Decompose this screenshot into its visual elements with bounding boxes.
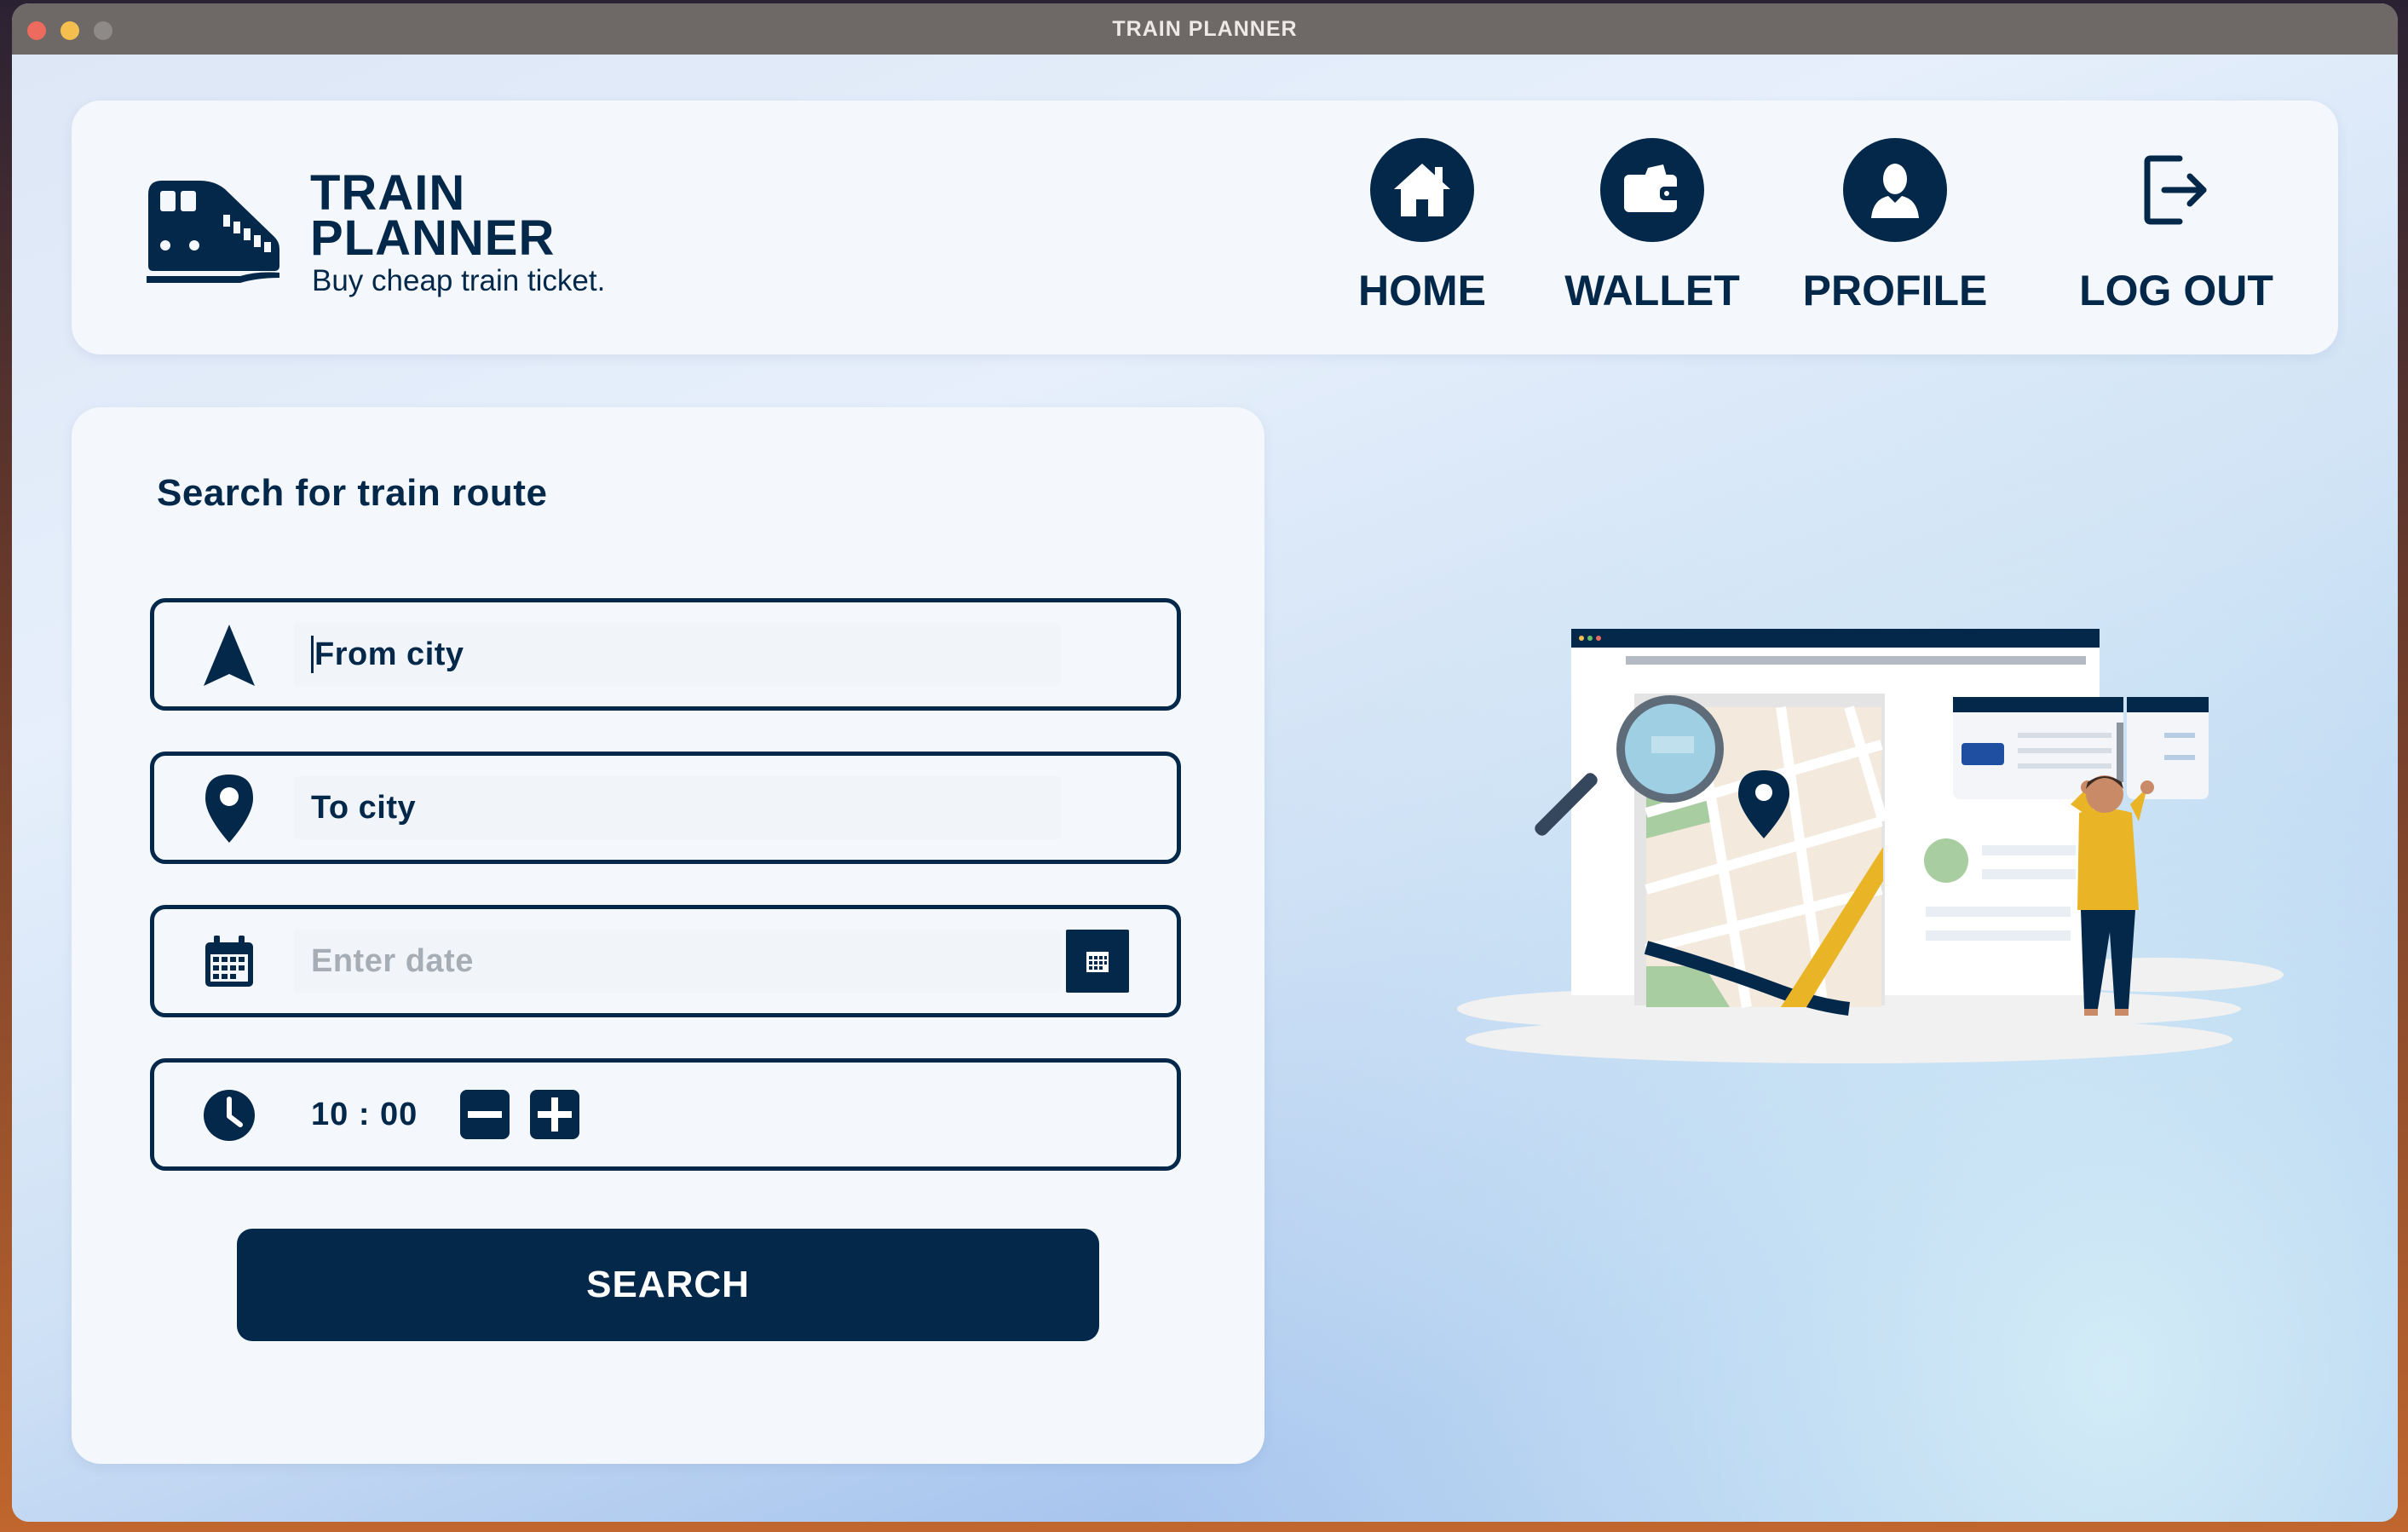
nav-profile[interactable]: PROFILE [1793,138,1997,325]
clock-icon [197,1083,262,1148]
to-city-field[interactable]: To city [150,752,1181,864]
date-picker-button[interactable] [1066,930,1129,993]
logout-icon [2124,138,2228,242]
brand-tagline: Buy cheap train ticket. [312,264,606,297]
search-panel-title: Search for train route [157,472,548,514]
calendar-icon [197,930,262,994]
to-city-input[interactable]: To city [294,776,1061,839]
date-field[interactable]: Enter date [150,905,1181,1017]
brand-title-line2: PLANNER [310,210,556,266]
from-city-field[interactable]: From city [150,598,1181,711]
nav-logout-label: LOG OUT [2079,267,2273,314]
time-value: 10 : 00 [311,1096,418,1132]
app-window: TRAIN PLANNER TRAIN PLANNER Buy cheap tr… [12,3,2398,1522]
navigation-arrow-icon [197,623,262,688]
map-pin-icon [197,775,262,843]
minus-icon [468,1111,503,1118]
decrease-time-button[interactable] [460,1090,510,1139]
date-input[interactable]: Enter date [294,930,1061,993]
text-cursor [311,636,314,673]
close-window-button[interactable] [27,21,46,40]
search-panel: Search for train route From city To city… [72,407,1264,1464]
home-icon [1370,138,1474,242]
date-placeholder: Enter date [311,942,474,979]
maximize-window-button[interactable] [94,21,112,40]
from-city-value: From city [314,636,464,672]
minimize-window-button[interactable] [60,21,79,40]
user-icon [1843,138,1947,242]
wallet-icon [1600,138,1704,242]
title-bar: TRAIN PLANNER [12,3,2398,55]
nav-home-label: HOME [1358,267,1486,314]
train-logo-icon [147,181,279,283]
plus-icon [538,1097,573,1132]
nav-wallet-label: WALLET [1564,267,1740,314]
from-city-input[interactable]: From city [294,623,1061,686]
time-control: 10 : 00 [294,1083,600,1146]
nav-home[interactable]: HOME [1350,138,1495,325]
nav-logout[interactable]: LOG OUT [2065,138,2287,325]
brand-title-line1: TRAIN [310,165,466,221]
search-button[interactable]: SEARCH [237,1229,1099,1341]
brand-title: TRAIN PLANNER [310,165,617,266]
time-field: 10 : 00 [150,1058,1181,1171]
window-title: TRAIN PLANNER [1112,16,1298,41]
to-city-value: To city [311,789,417,826]
route-search-illustration [1457,629,2284,1063]
calendar-grid-icon [1086,952,1109,972]
nav-wallet[interactable]: WALLET [1550,138,1754,325]
increase-time-button[interactable] [530,1090,580,1139]
main-content: TRAIN PLANNER Buy cheap train ticket. HO… [12,55,2398,1522]
nav-profile-label: PROFILE [1802,267,1988,314]
header-bar: TRAIN PLANNER Buy cheap train ticket. HO… [72,101,2338,354]
